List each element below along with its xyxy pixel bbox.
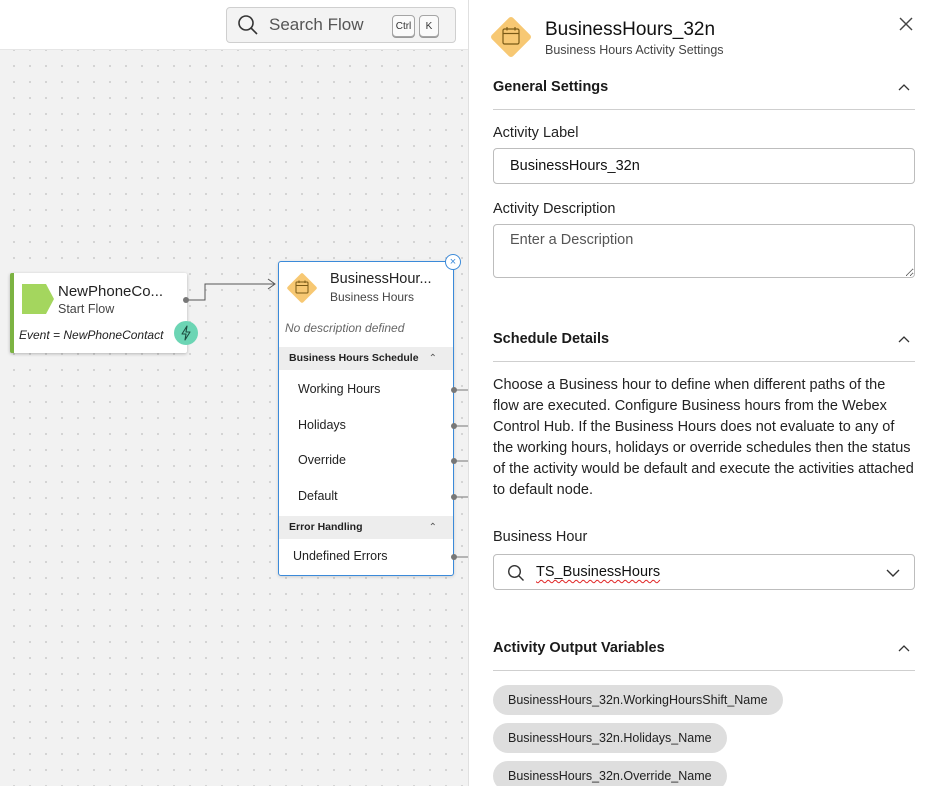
start-node-title: NewPhoneCo...	[58, 283, 164, 300]
business-hours-node[interactable]: BusinessHour... Business Hours No descri…	[278, 261, 454, 576]
activity-description-input[interactable]	[493, 224, 915, 278]
business-hour-value: TS_BusinessHours	[536, 564, 661, 580]
port-holidays[interactable]	[451, 423, 457, 429]
bh-row-holidays: Holidays	[298, 418, 346, 432]
bh-node-description: No description defined	[285, 321, 405, 335]
bh-node-title: BusinessHour...	[330, 271, 432, 287]
schedule-details-title: Schedule Details	[493, 331, 610, 347]
calendar-icon	[491, 17, 531, 57]
bh-row-undefined-errors: Undefined Errors	[293, 549, 388, 563]
chevron-up-icon[interactable]: ⌃	[429, 347, 437, 370]
schedule-details-text: Choose a Business hour to define when di…	[493, 377, 914, 498]
activity-description-label: Activity Description	[493, 201, 616, 217]
output-variables-header[interactable]: Activity Output Variables	[493, 639, 915, 671]
search-icon	[507, 564, 524, 581]
start-node-icon	[22, 284, 54, 314]
start-node-output-port[interactable]	[183, 297, 189, 303]
port-override[interactable]	[451, 458, 457, 464]
output-variable-chip[interactable]: BusinessHours_32n.WorkingHoursShift_Name	[493, 685, 783, 715]
bh-error-section-label: Error Handling	[289, 521, 363, 533]
general-settings-title: General Settings	[493, 79, 609, 95]
bh-node-subtitle: Business Hours	[330, 290, 415, 304]
port-default[interactable]	[451, 494, 457, 500]
business-hour-label: Business Hour	[493, 529, 588, 545]
chevron-up-icon[interactable]: ⌃	[429, 516, 437, 539]
bh-schedule-section[interactable]: Business Hours Schedule ⌃	[279, 347, 453, 370]
output-variable-chip[interactable]: BusinessHours_32n.Holidays_Name	[493, 723, 727, 753]
start-node-subtitle: Start Flow	[58, 302, 115, 316]
start-node-event: Event = NewPhoneContact	[19, 328, 164, 342]
bh-row-default: Default	[298, 489, 338, 503]
flow-canvas[interactable]: Search Flow Ctrl K NewPhoneCo... Start F…	[0, 0, 468, 786]
bh-row-override: Override	[298, 453, 346, 467]
business-hour-select[interactable]: TS_BusinessHours	[493, 554, 915, 590]
schedule-details-header[interactable]: Schedule Details	[493, 330, 915, 362]
output-variable-chip[interactable]: BusinessHours_32n.Override_Name	[493, 761, 727, 786]
bh-schedule-section-label: Business Hours Schedule	[289, 352, 419, 364]
general-settings-header[interactable]: General Settings	[493, 78, 915, 110]
activity-settings-panel: BusinessHours_32n Business Hours Activit…	[468, 0, 932, 786]
port-undefined-errors[interactable]	[451, 554, 457, 560]
output-variables-title: Activity Output Variables	[493, 640, 665, 656]
calendar-icon	[287, 273, 317, 303]
chevron-down-icon[interactable]	[885, 567, 901, 579]
lightning-icon[interactable]	[174, 321, 198, 345]
close-icon[interactable]	[896, 14, 916, 34]
activity-label-input[interactable]	[493, 148, 915, 184]
bh-row-working-hours: Working Hours	[298, 382, 381, 396]
panel-subtitle: Business Hours Activity Settings	[545, 43, 724, 57]
start-flow-node[interactable]: NewPhoneCo... Start Flow Event = NewPhon…	[10, 273, 198, 353]
chevron-up-icon[interactable]	[897, 334, 911, 344]
panel-title: BusinessHours_32n	[545, 19, 716, 40]
bh-error-section[interactable]: Error Handling ⌃	[279, 516, 453, 539]
activity-label-label: Activity Label	[493, 125, 579, 141]
port-working-hours[interactable]	[451, 387, 457, 393]
chevron-up-icon[interactable]	[897, 82, 911, 92]
close-icon[interactable]: ×	[445, 254, 461, 270]
chevron-up-icon[interactable]	[897, 643, 911, 653]
